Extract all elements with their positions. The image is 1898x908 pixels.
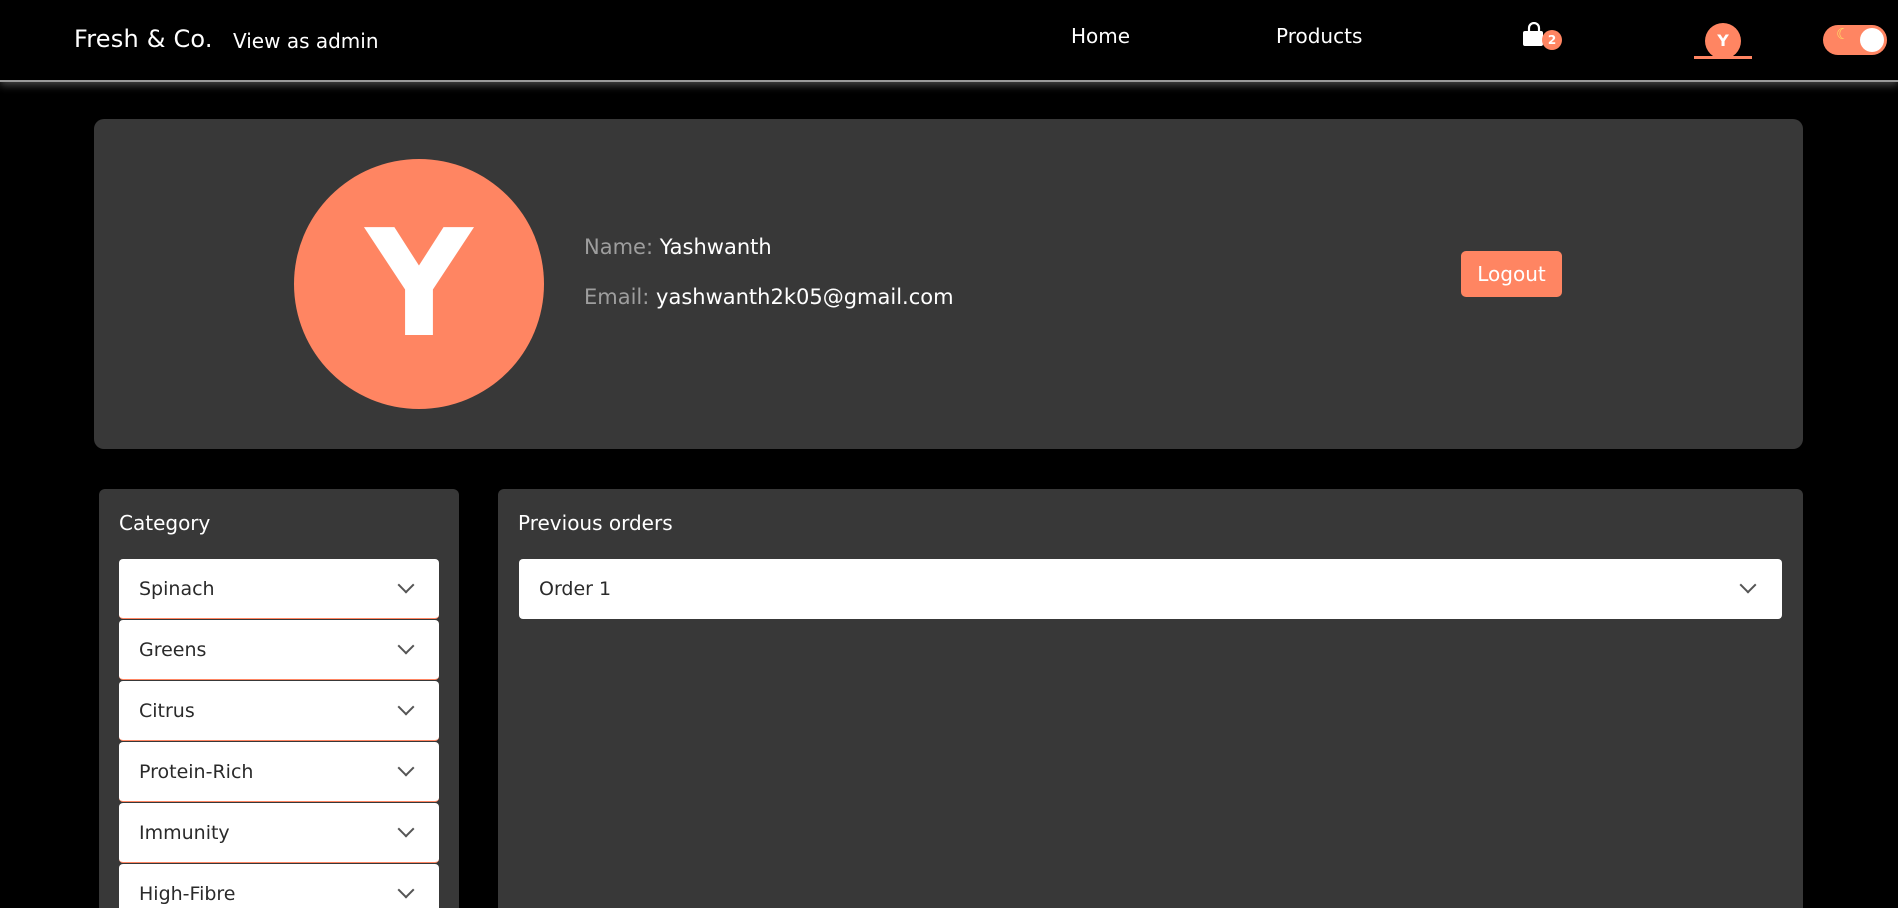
- name-label: Name:: [584, 235, 654, 259]
- chevron-down-icon: [397, 698, 415, 716]
- previous-orders-title: Previous orders: [518, 511, 673, 535]
- profile-email-row: Email: yashwanth2k05@gmail.com: [584, 285, 954, 309]
- nav-home-link[interactable]: Home: [1071, 24, 1130, 48]
- brand-logo[interactable]: Fresh & Co.: [74, 25, 213, 53]
- category-item-high-fibre[interactable]: High-Fibre: [119, 864, 439, 908]
- category-panel: Category Spinach Greens Citrus Protein-R…: [99, 489, 459, 908]
- chevron-down-icon: [397, 820, 415, 838]
- chevron-down-icon: [397, 637, 415, 655]
- moon-icon: ☾: [1836, 25, 1850, 43]
- cart-count-badge: 2: [1542, 30, 1562, 50]
- toggle-knob: [1860, 28, 1884, 52]
- chevron-down-icon: [397, 576, 415, 594]
- category-item-spinach[interactable]: Spinach: [119, 559, 439, 619]
- chevron-down-icon: [1739, 576, 1757, 594]
- category-item-citrus[interactable]: Citrus: [119, 681, 439, 741]
- profile-card: Y Name: Yashwanth Email: yashwanth2k05@g…: [94, 119, 1803, 449]
- logout-button[interactable]: Logout: [1461, 251, 1562, 297]
- nav-profile-avatar[interactable]: Y: [1705, 23, 1741, 59]
- category-item-label: Citrus: [139, 700, 195, 722]
- nav-products-link[interactable]: Products: [1276, 24, 1362, 48]
- category-item-greens[interactable]: Greens: [119, 620, 439, 680]
- category-item-label: Protein-Rich: [139, 761, 254, 783]
- category-item-label: Immunity: [139, 822, 230, 844]
- previous-orders-panel: Previous orders Order 1: [498, 489, 1803, 908]
- active-nav-indicator: [1694, 56, 1752, 59]
- chevron-down-icon: [397, 759, 415, 777]
- order-item-label: Order 1: [539, 578, 612, 600]
- cart-button[interactable]: 2: [1521, 22, 1562, 52]
- email-label: Email:: [584, 285, 650, 309]
- profile-name-row: Name: Yashwanth: [584, 235, 772, 259]
- name-value: Yashwanth: [659, 235, 772, 259]
- order-item-1[interactable]: Order 1: [519, 559, 1782, 619]
- category-item-label: Spinach: [139, 578, 215, 600]
- category-item-label: High-Fibre: [139, 883, 236, 905]
- view-as-admin-link[interactable]: View as admin: [233, 29, 379, 53]
- category-title: Category: [119, 511, 211, 535]
- navbar: Fresh & Co. View as admin Home Products …: [0, 0, 1898, 82]
- profile-avatar: Y: [294, 159, 544, 409]
- theme-toggle[interactable]: ☾: [1823, 25, 1887, 55]
- category-item-immunity[interactable]: Immunity: [119, 803, 439, 863]
- category-item-label: Greens: [139, 639, 207, 661]
- chevron-down-icon: [397, 881, 415, 899]
- email-value: yashwanth2k05@gmail.com: [656, 285, 954, 309]
- category-item-protein-rich[interactable]: Protein-Rich: [119, 742, 439, 802]
